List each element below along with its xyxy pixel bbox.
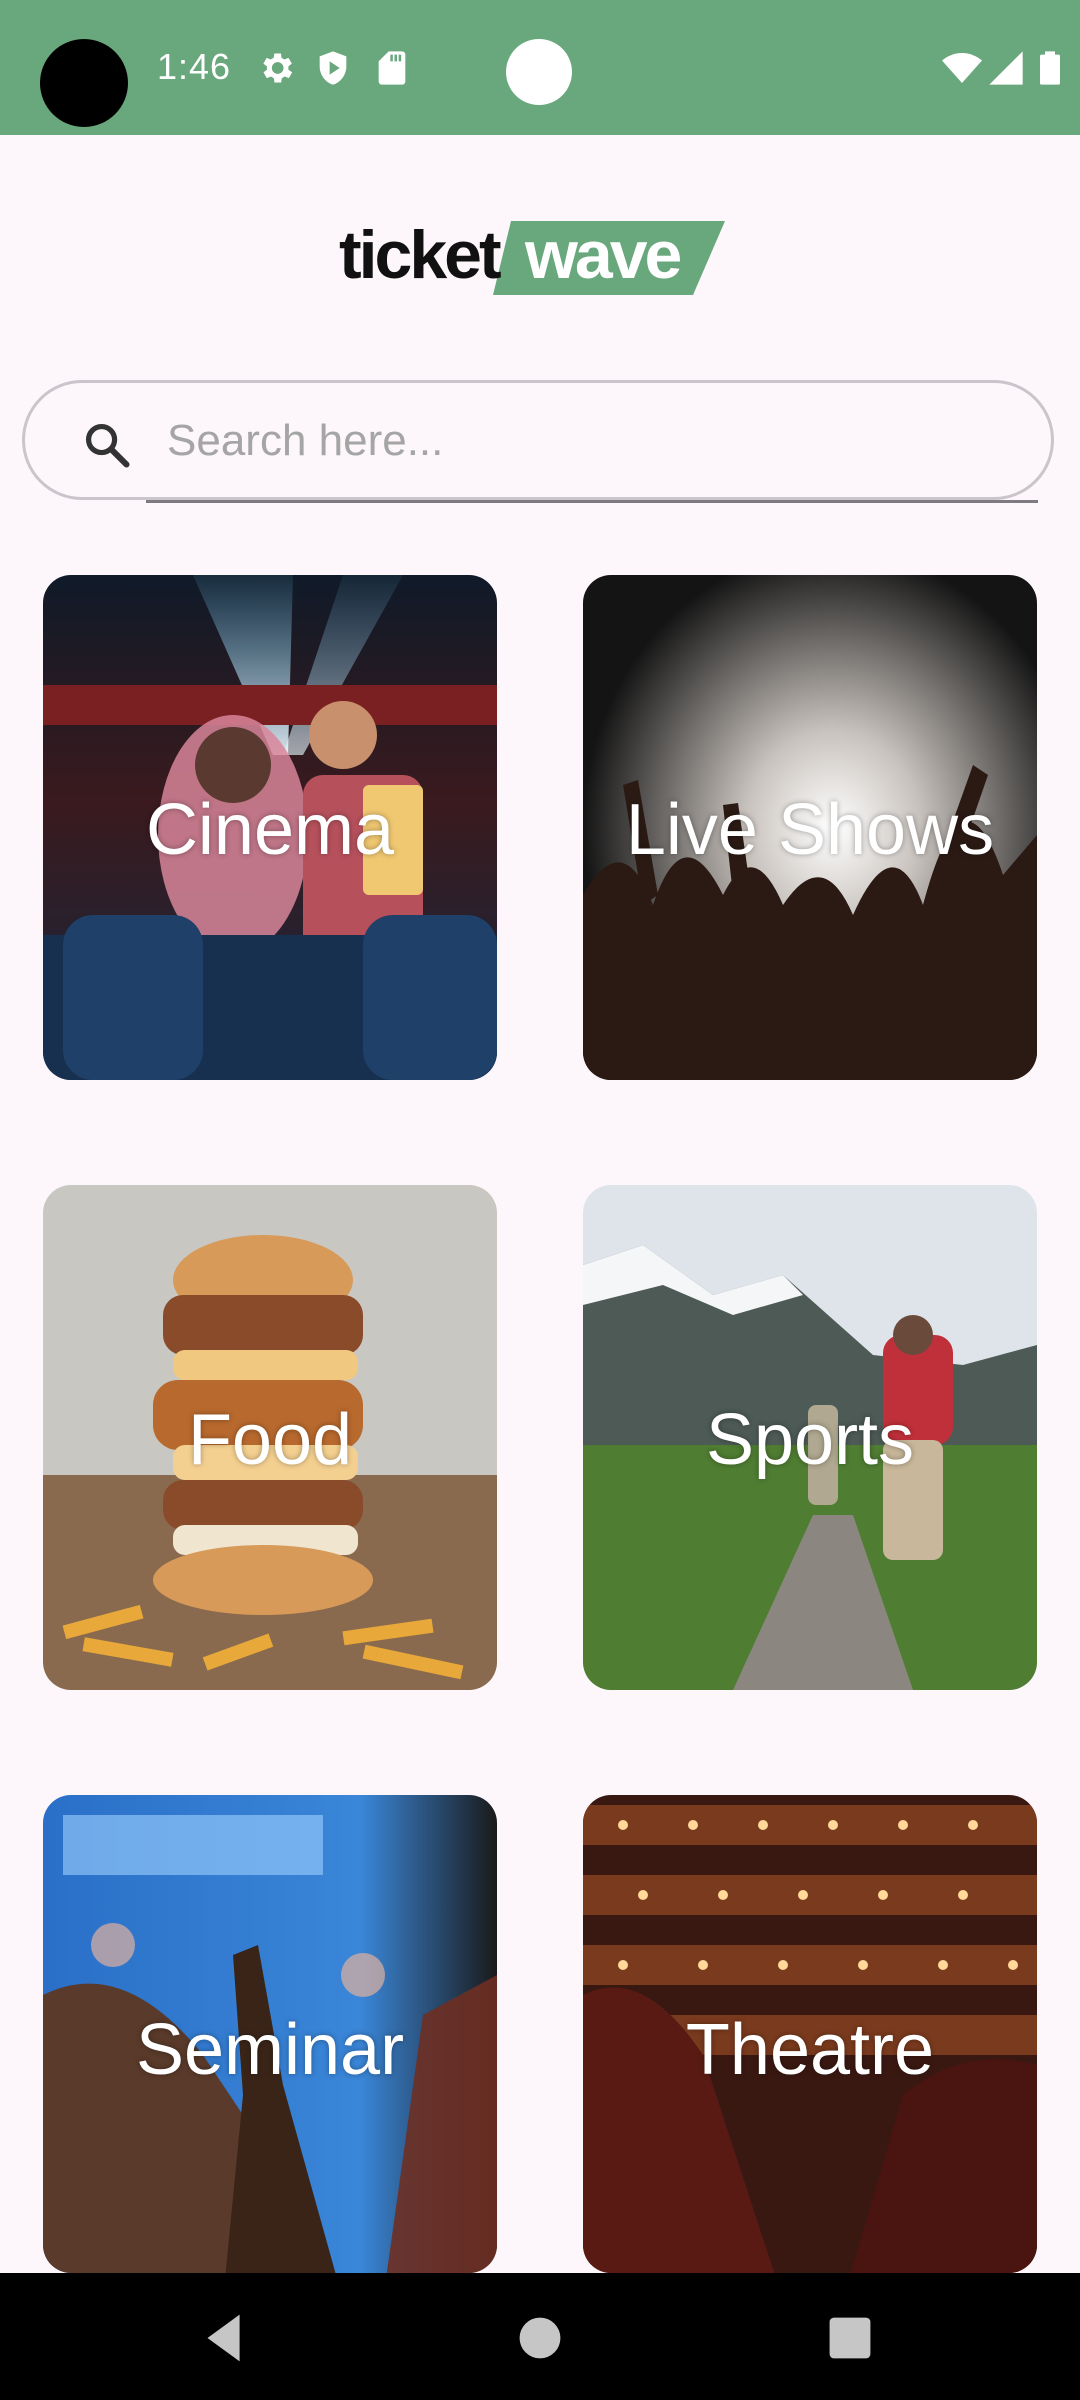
category-tile-seminar[interactable]: Seminar [43,1795,497,2273]
search-icon [85,423,130,468]
back-button[interactable] [190,2303,260,2373]
front-camera-dot [506,39,572,105]
system-navigation-bar [0,2273,1080,2400]
category-tile-sports[interactable]: Sports [583,1185,1037,1690]
settings-icon [263,53,293,83]
category-label-theatre: Theatre [685,2010,935,2090]
search-underline [146,500,1038,503]
category-tile-food[interactable]: Food [43,1185,497,1690]
ticketwave-logo: ticket wave [335,215,735,300]
shield-icon [319,51,347,85]
camera-cutout [40,39,128,127]
category-label-sports: Sports [705,1400,915,1480]
recents-button[interactable] [815,2303,885,2373]
wifi-icon [942,53,982,83]
status-time: 1:46 [157,46,232,87]
category-label-live-shows: Live Shows [625,790,995,870]
search-input[interactable] [167,405,967,477]
category-tile-theatre[interactable]: Theatre [583,1795,1037,2273]
battery-icon [1040,51,1060,85]
category-label-seminar: Seminar [135,2010,405,2090]
category-tile-cinema[interactable]: Cinema [43,575,497,1080]
logo-text-wave: wave [525,217,682,293]
search-bar[interactable] [22,380,1054,500]
status-bar: 1:46 [0,0,1080,135]
category-label-food: Food [187,1400,353,1480]
sd-card-icon [378,51,406,85]
category-label-cinema: Cinema [145,790,395,870]
signal-icon [989,51,1023,85]
logo-text-ticket: ticket [339,217,502,293]
home-button[interactable] [505,2303,575,2373]
category-tile-live-shows[interactable]: Live Shows [583,575,1037,1080]
